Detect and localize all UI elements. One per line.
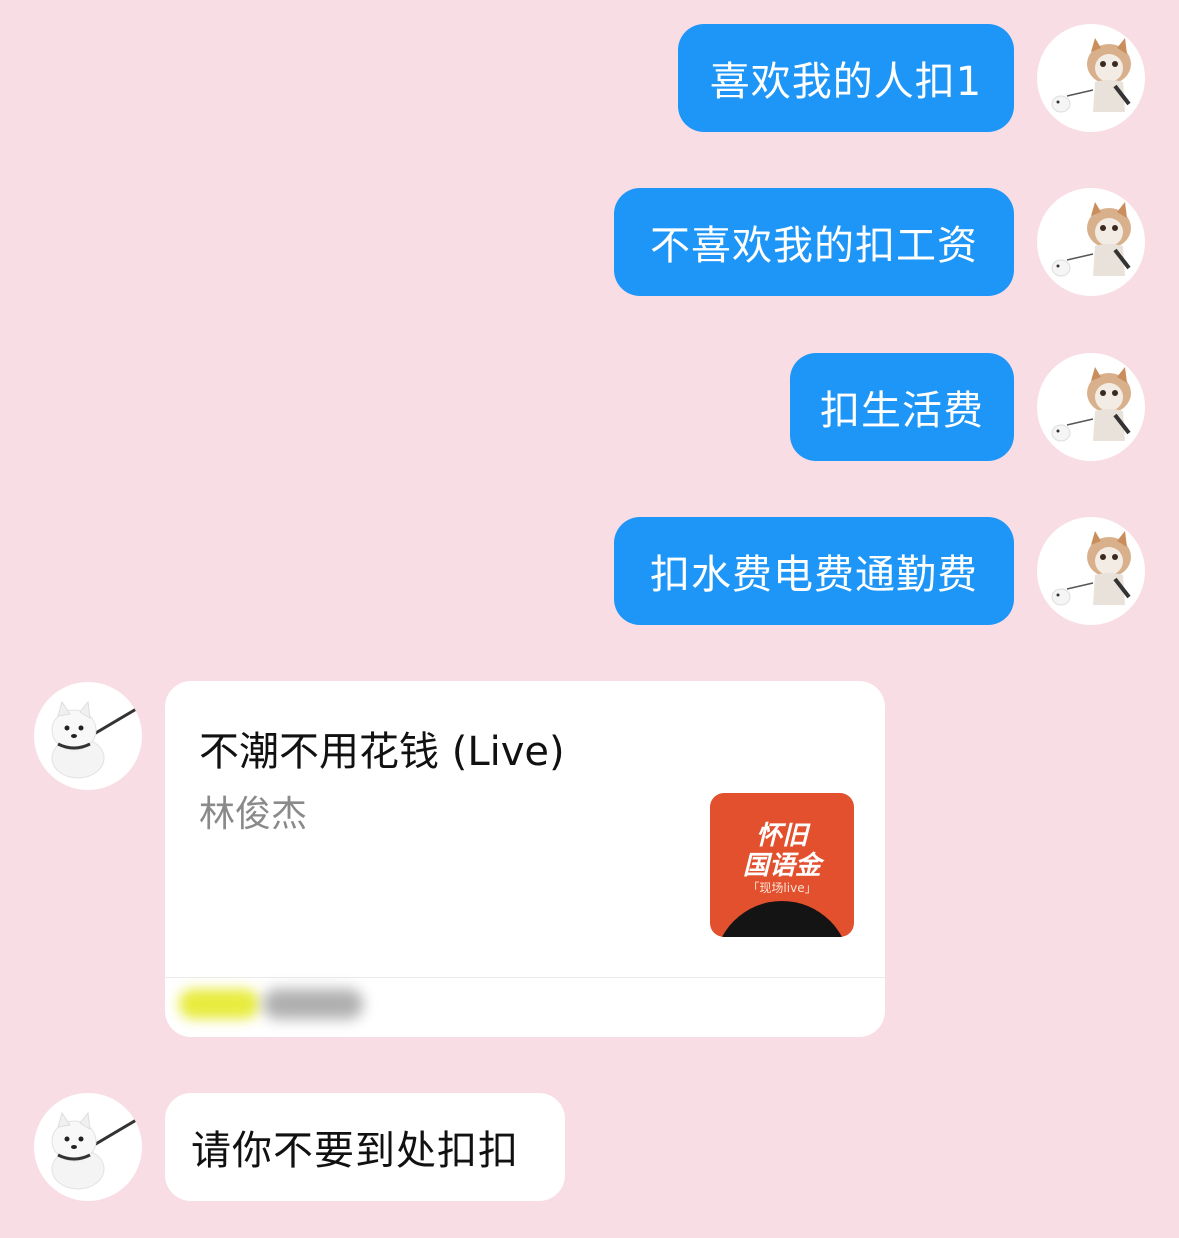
song-title: 不潮不用花钱 (Live) [199, 729, 565, 775]
blurred-source-label [173, 983, 373, 1027]
self-avatar-icon[interactable] [1037, 188, 1145, 296]
outgoing-message-bubble[interactable]: 不喜欢我的扣工资 [614, 188, 1014, 296]
other-avatar-icon[interactable] [34, 1093, 142, 1201]
message-text: 喜欢我的人扣1 [709, 59, 983, 105]
message-text: 不喜欢我的扣工资 [650, 223, 978, 269]
outgoing-message-bubble[interactable]: 喜欢我的人扣1 [678, 24, 1014, 132]
outgoing-message-bubble[interactable]: 扣水费电费通勤费 [614, 517, 1014, 625]
self-avatar-icon[interactable] [1037, 517, 1145, 625]
other-avatar-icon[interactable] [34, 682, 142, 790]
message-text: 请你不要到处扣扣 [191, 1128, 519, 1174]
message-text: 扣水费电费通勤费 [650, 552, 978, 598]
card-divider [165, 977, 885, 978]
vinyl-disc-icon [714, 901, 850, 937]
music-share-card[interactable]: 不潮不用花钱 (Live) 林俊杰 怀旧 国语金 「现场live」 [165, 681, 885, 1037]
self-avatar-icon[interactable] [1037, 353, 1145, 461]
incoming-message-bubble[interactable]: 请你不要到处扣扣 [165, 1093, 565, 1201]
cover-title-line2: 国语金 [742, 851, 821, 881]
self-avatar-icon[interactable] [1037, 24, 1145, 132]
outgoing-message-bubble[interactable]: 扣生活费 [790, 353, 1014, 461]
song-artist: 林俊杰 [199, 794, 308, 835]
cover-tag: 「现场live」 [747, 881, 817, 895]
album-cover: 怀旧 国语金 「现场live」 [710, 793, 854, 937]
message-text: 扣生活费 [820, 388, 984, 434]
